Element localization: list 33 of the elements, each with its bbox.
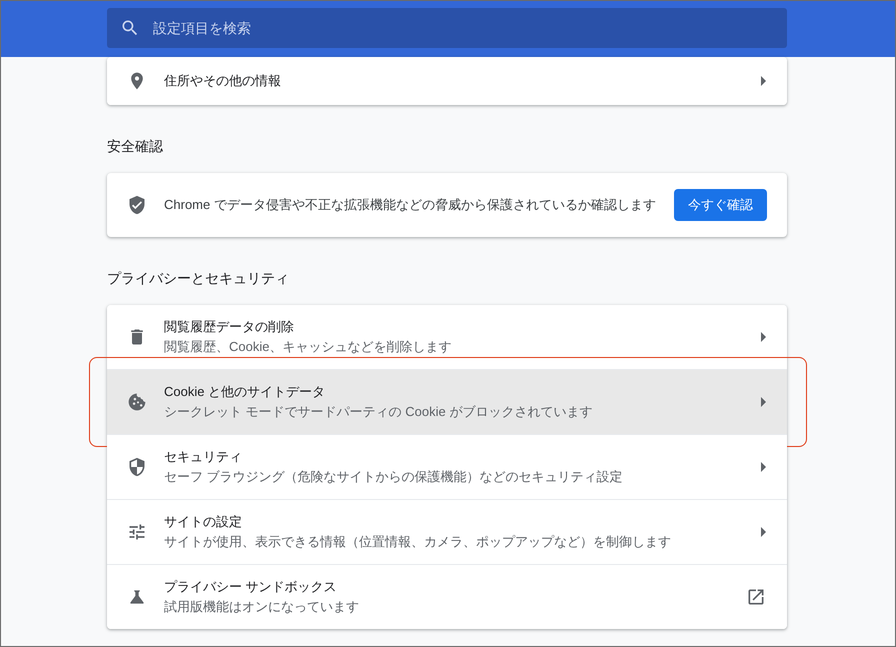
row-title: セキュリティ — [164, 448, 243, 466]
settings-row[interactable]: Cookie と他のサイトデータ シークレット モードでサードパーティの Cookie がブロックされています — [107, 370, 787, 434]
row-description: シークレット モードでサードパーティの Cookie がブロックされています — [164, 403, 594, 421]
settings-row[interactable]: プライバシー サンドボックス 試用版機能はオンになっています — [107, 565, 787, 629]
caret-icon — [761, 332, 766, 342]
external-link-icon[interactable] — [746, 587, 766, 607]
row-description: 試用版機能はオンになっています — [164, 598, 360, 616]
shield-check-icon — [127, 195, 147, 215]
caret-icon — [761, 76, 766, 86]
row-title: 閲覧履歴データの削除 — [164, 318, 295, 336]
settings-row[interactable]: 閲覧履歴データの削除 閲覧履歴、Cookie、キャッシュなどを削除します — [107, 305, 787, 369]
row-title: プライバシー サンドボックス — [164, 578, 338, 596]
caret-icon — [761, 527, 766, 537]
search-icon — [120, 18, 140, 38]
section-heading: 安全確認 — [107, 137, 164, 156]
settings-row[interactable]: サイトの設定 サイトが使用、表示できる情報（位置情報、カメラ、ポップアップなど）を制御します — [107, 500, 787, 564]
shield-icon — [127, 457, 147, 477]
check-now-button[interactable]: 今すぐ確認 — [674, 189, 767, 221]
settings-row[interactable]: セキュリティ セーフ ブラウジング（危険なサイトからの保護機能）などのセキュリティ設定 — [107, 435, 787, 499]
safety-check-text: Chrome でデータ侵害や不正な拡張機能などの脅威から保護されているか確認します — [164, 196, 657, 214]
row-title: Cookie と他のサイトデータ — [164, 383, 326, 401]
section-heading: プライバシーとセキュリティ — [107, 269, 290, 288]
settings-row[interactable]: 住所やその他の情報 — [107, 57, 787, 105]
row-title: 住所やその他の情報 — [164, 72, 282, 90]
row-description: 閲覧履歴、Cookie、キャッシュなどを削除します — [164, 338, 452, 356]
row-title: サイトの設定 — [164, 513, 243, 531]
caret-icon — [761, 462, 766, 472]
search-field[interactable]: 設定項目を検索 — [107, 8, 787, 48]
caret-icon — [761, 397, 766, 407]
cookie-icon — [127, 392, 147, 412]
sliders-icon — [127, 522, 147, 542]
row-description: セーフ ブラウジング（危険なサイトからの保護機能）などのセキュリティ設定 — [164, 468, 624, 486]
row-description: サイトが使用、表示できる情報（位置情報、カメラ、ポップアップなど）を制御します — [164, 533, 672, 551]
